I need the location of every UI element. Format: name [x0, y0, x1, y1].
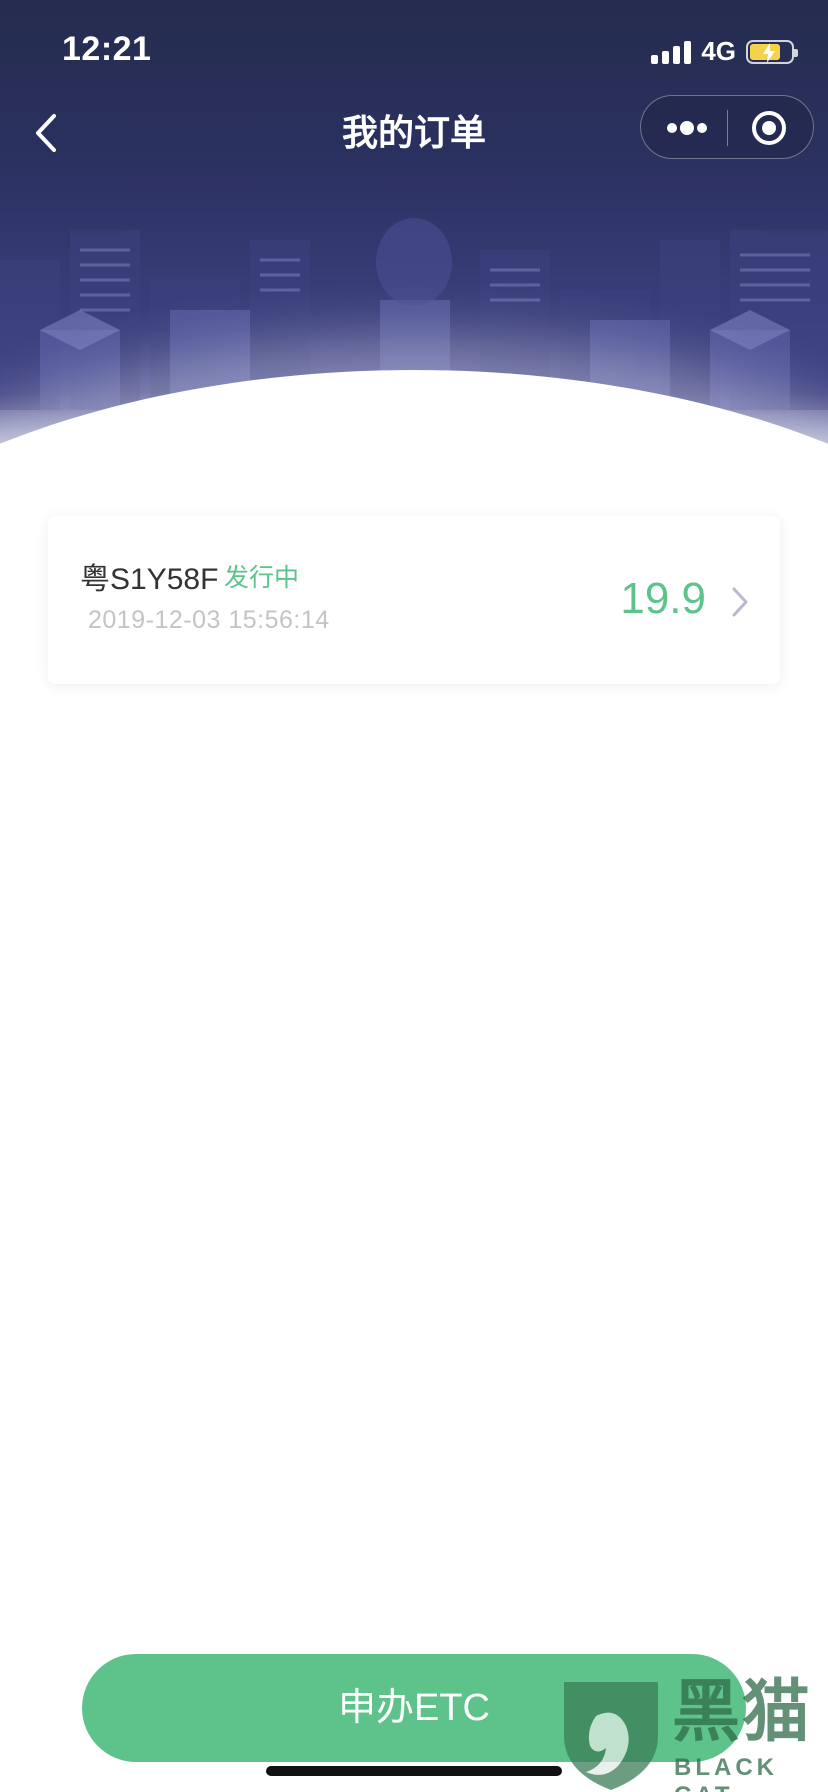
battery-charging-icon	[746, 39, 798, 64]
order-timestamp: 2019-12-03 15:56:14	[88, 606, 330, 634]
order-card[interactable]: 粤S1Y58F 发行中 2019-12-03 15:56:14 19.9	[48, 516, 780, 684]
status-bar: 12:21 4G	[0, 0, 828, 100]
blackcat-watermark: 黑猫 BLACK CAT	[556, 1676, 828, 1792]
status-icons: 4G	[651, 36, 798, 67]
order-plate: 粤S1Y58F	[80, 563, 219, 596]
capsule-divider	[727, 110, 728, 146]
status-time: 12:21	[62, 30, 152, 68]
home-indicator	[266, 1766, 562, 1776]
close-target-icon[interactable]	[751, 110, 787, 146]
signal-icon	[651, 40, 692, 64]
more-dots-icon[interactable]	[665, 116, 709, 140]
order-status-badge: 发行中	[224, 564, 300, 592]
network-type: 4G	[701, 36, 736, 66]
watermark-brand: 黑猫	[672, 1674, 813, 1750]
watermark-brand-en: BLACK CAT	[674, 1754, 778, 1792]
cat-shield-logo	[564, 1682, 658, 1790]
miniprogram-capsule	[640, 95, 814, 159]
order-price: 19.9	[620, 574, 706, 623]
chevron-right-icon	[732, 587, 748, 617]
